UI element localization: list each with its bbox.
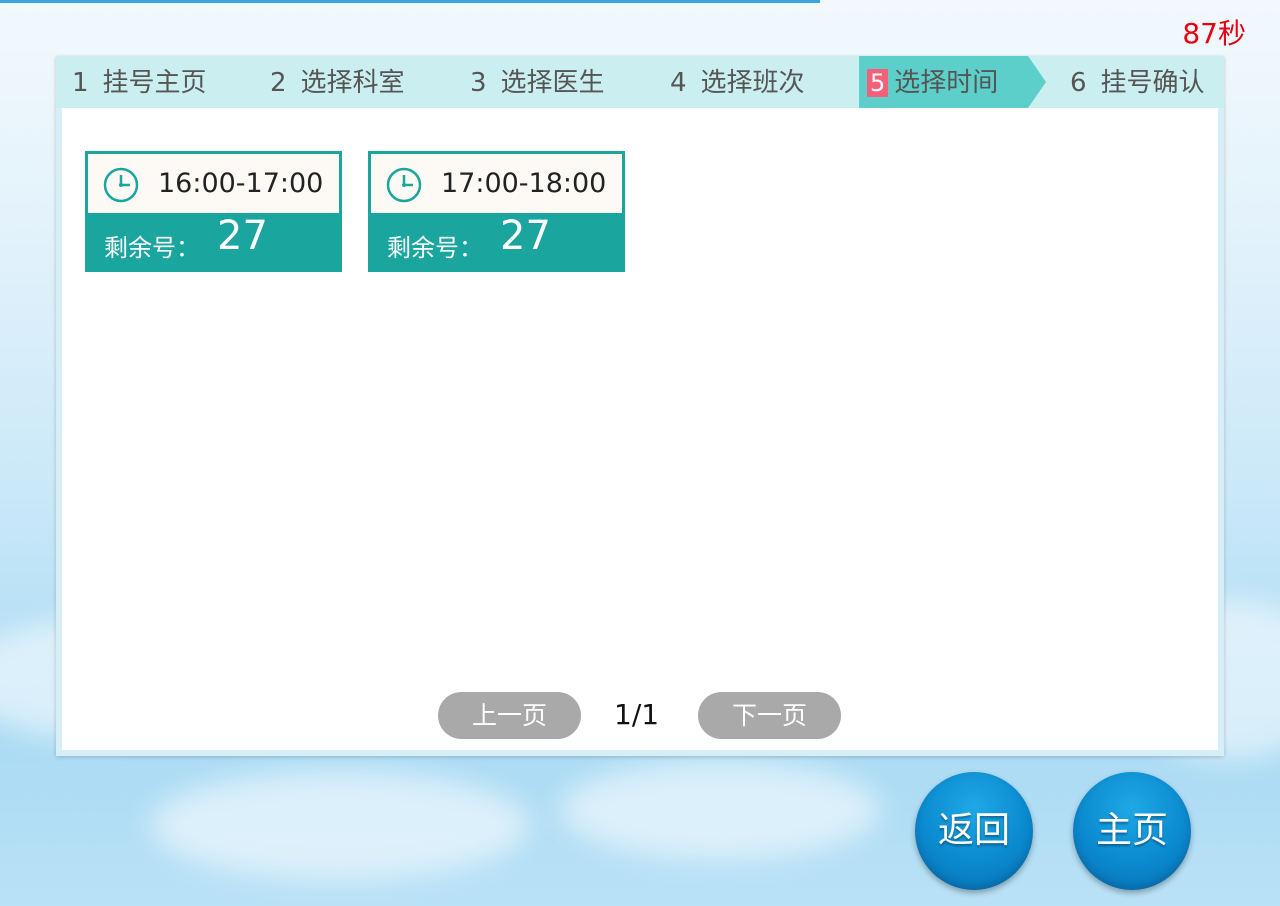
top-progress-line [0, 0, 820, 3]
step-number: 6 [1070, 68, 1087, 98]
step-4: 4 选择班次 [670, 56, 805, 108]
time-range: 17:00-18:00 [441, 168, 607, 199]
home-button[interactable]: 主页 [1073, 772, 1191, 890]
step-5-active: 5 选择时间 [859, 56, 1047, 108]
step-number: 2 [270, 68, 287, 98]
remaining-section: 剩余号： 27 [371, 213, 622, 269]
time-slot-card[interactable]: 17:00-18:00 剩余号： 27 [368, 151, 625, 272]
step-label: 选择医生 [500, 68, 605, 98]
step-bar: 1 挂号主页 2 选择科室 3 选择医生 4 选择班次 5 选择时间 6 挂号确认 [56, 56, 1224, 108]
time-slot-area: 16:00-17:00 剩余号： 27 17:00-18:00 剩余号： 27 [62, 108, 1218, 750]
next-page-button[interactable]: 下一页 [698, 692, 841, 739]
step-2: 2 选择科室 [270, 56, 405, 108]
step-6: 6 挂号确认 [1070, 56, 1205, 108]
time-range: 16:00-17:00 [158, 168, 324, 199]
remaining-section: 剩余号： 27 [88, 213, 339, 269]
cloud-decoration [560, 760, 880, 860]
time-slot-header: 17:00-18:00 [371, 154, 622, 213]
prev-page-button[interactable]: 上一页 [438, 692, 581, 739]
step-label: 选择班次 [700, 68, 805, 98]
remaining-label: 剩余号： [387, 234, 483, 262]
remaining-count: 27 [217, 213, 268, 259]
step-1: 1 挂号主页 [72, 56, 207, 108]
countdown-timer: 87秒 [1182, 17, 1246, 50]
step-number: 4 [670, 68, 687, 98]
back-button[interactable]: 返回 [915, 772, 1033, 890]
step-3: 3 选择医生 [470, 56, 605, 108]
remaining-label: 剩余号： [104, 234, 200, 262]
step-number: 3 [470, 68, 487, 98]
step-label: 挂号主页 [102, 68, 207, 98]
step-label: 挂号确认 [1100, 68, 1205, 98]
registration-panel: 1 挂号主页 2 选择科室 3 选择医生 4 选择班次 5 选择时间 6 挂号确认 16:0… [56, 56, 1224, 756]
time-slot-card[interactable]: 16:00-17:00 剩余号： 27 [85, 151, 342, 272]
cloud-decoration [150, 770, 530, 880]
step-label: 选择时间 [894, 68, 999, 98]
remaining-count: 27 [500, 213, 551, 259]
clock-icon [103, 167, 139, 203]
time-slot-header: 16:00-17:00 [88, 154, 339, 213]
page-indicator: 1/1 [614, 698, 660, 731]
step-label: 选择科室 [300, 68, 405, 98]
step-number: 5 [867, 69, 889, 97]
clock-icon [386, 167, 422, 203]
step-number: 1 [72, 68, 89, 98]
